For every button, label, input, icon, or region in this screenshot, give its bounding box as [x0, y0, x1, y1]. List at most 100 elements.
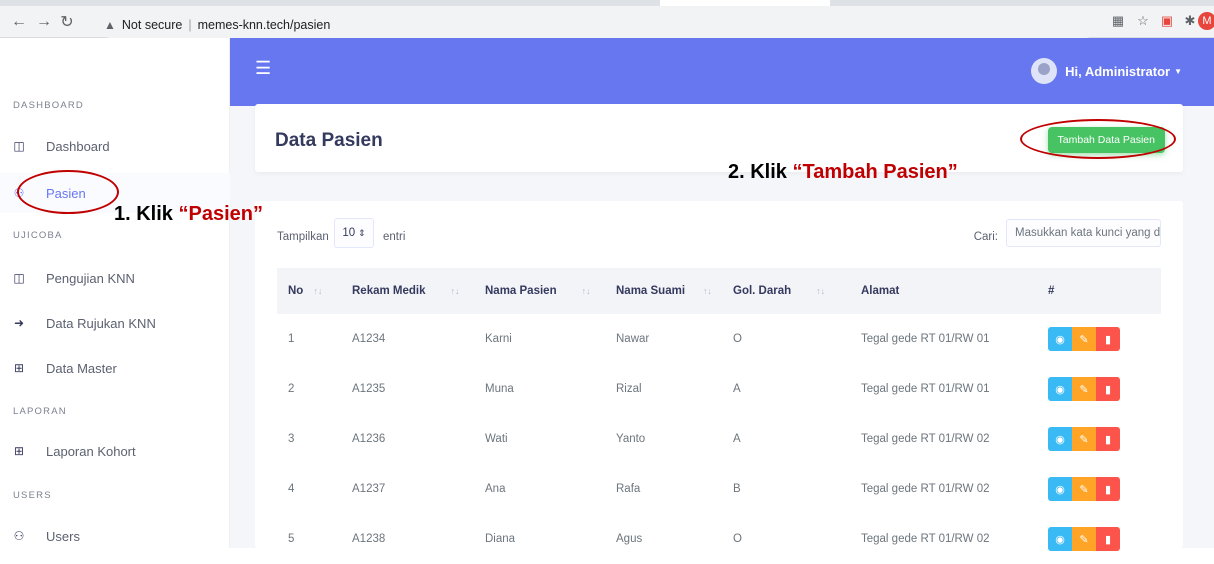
star-icon[interactable]: ☆	[1133, 11, 1153, 31]
show-label: Tampilkan	[277, 231, 329, 243]
address-bar[interactable]: ▲ Not secure | memes-knn.tech/pasien	[98, 12, 1098, 38]
table-cell: Yanto	[616, 433, 646, 445]
table-cell: A	[733, 433, 741, 445]
menu-toggle-icon[interactable]: ☰	[255, 58, 271, 79]
edit-button[interactable]: ✎	[1072, 377, 1096, 401]
sidebar-item-label: Data Rujukan KNN	[46, 315, 156, 331]
edit-button[interactable]: ✎	[1072, 477, 1096, 501]
page-length-value: 10	[342, 227, 356, 239]
annotation-text: 2. Klik	[728, 161, 793, 183]
table-cell: Tegal gede RT 01/RW 02	[861, 533, 990, 545]
address-separator: |	[188, 18, 192, 32]
sidebar-item-pengujian-knn[interactable]: ◫ Pengujian KNN	[0, 258, 230, 298]
warning-icon: ▲	[104, 18, 116, 32]
table-header-row: No ↑↓ Rekam Medik ↑↓ Nama Pasien ↑↓ Nama Su…	[277, 268, 1161, 314]
trash-icon: ▮	[1104, 383, 1112, 396]
search-input[interactable]: Masukkan kata kunci yang dicari	[1006, 219, 1161, 247]
user-dropdown[interactable]: Hi, Administrator ▼	[1031, 58, 1182, 84]
eye-icon: ◉	[1055, 333, 1065, 346]
table-cell: Muna	[485, 383, 514, 395]
table-cell: O	[733, 333, 742, 345]
column-header-alamat[interactable]: Alamat	[850, 268, 1037, 314]
table-cell: A1238	[352, 533, 386, 545]
annotation-step-1: 1. Klik “Pasien”	[114, 203, 263, 226]
column-header-nama-pasien[interactable]: Nama Pasien ↑↓	[474, 268, 605, 314]
back-icon[interactable]: ←	[8, 11, 30, 33]
delete-button[interactable]: ▮	[1096, 527, 1120, 551]
sidebar-item-data-rujukan-knn[interactable]: ➜ Data Rujukan KNN	[0, 303, 230, 343]
column-header-nama-suami[interactable]: Nama Suami ↑↓	[605, 268, 722, 314]
action-cell: ◉ ✎ ▮	[1037, 414, 1161, 464]
page-length-select[interactable]: 10 ⇕	[334, 218, 374, 248]
column-header-gol-darah[interactable]: Gol. Darah ↑↓	[722, 268, 850, 314]
edit-button[interactable]: ✎	[1072, 527, 1096, 551]
column-label: Gol. Darah	[733, 285, 792, 297]
table-cell: O	[733, 533, 742, 545]
table-cell: 5	[288, 533, 295, 545]
delete-button[interactable]: ▮	[1096, 327, 1120, 351]
view-button[interactable]: ◉	[1048, 477, 1072, 501]
table-cell: Rizal	[616, 383, 642, 395]
extension-icon[interactable]: ▣	[1157, 11, 1177, 31]
translate-icon[interactable]: ▦	[1108, 11, 1128, 31]
view-button[interactable]: ◉	[1048, 527, 1072, 551]
profile-avatar[interactable]: M	[1197, 11, 1214, 31]
table-cell: A1235	[352, 383, 386, 395]
sign-in-icon: ➜	[13, 316, 25, 330]
table-cell: Ana	[485, 483, 506, 495]
table-icon: ⊞	[13, 361, 25, 375]
table-icon: ⊞	[13, 444, 25, 458]
reload-icon[interactable]: ↻	[56, 11, 78, 33]
action-group: ◉ ✎ ▮	[1048, 527, 1161, 551]
table-row: 4 A1237 Ana Rafa B Tegal gede RT 01/RW 02 ◉ ✎ ▮	[277, 464, 1161, 514]
sort-icon: ↑↓	[313, 286, 323, 296]
sort-icon: ↑↓	[450, 286, 460, 296]
view-button[interactable]: ◉	[1048, 427, 1072, 451]
sidebar-item-users[interactable]: ⚇ Users	[0, 516, 230, 556]
edit-button[interactable]: ✎	[1072, 327, 1096, 351]
column-header-rekam-medik[interactable]: Rekam Medik ↑↓	[341, 268, 474, 314]
table-cell: Tegal gede RT 01/RW 02	[861, 433, 990, 445]
profile-initial: M	[1198, 12, 1214, 30]
action-cell: ◉ ✎ ▮	[1037, 364, 1161, 414]
column-header-no[interactable]: No ↑↓	[277, 268, 341, 314]
table-cell: Nawar	[616, 333, 650, 345]
delete-button[interactable]: ▮	[1096, 427, 1120, 451]
sidebar-item-label: Laporan Kohort	[46, 443, 136, 459]
sort-icon: ↑↓	[816, 286, 826, 296]
eye-icon: ◉	[1055, 533, 1065, 546]
page-title: Data Pasien	[275, 130, 383, 151]
trash-icon: ▮	[1104, 433, 1112, 446]
users-icon: ⚇	[13, 529, 25, 543]
view-button[interactable]: ◉	[1048, 327, 1072, 351]
sidebar-item-label: Dashboard	[46, 138, 110, 154]
avatar	[1031, 58, 1058, 84]
sidebar-item-data-master[interactable]: ⊞ Data Master	[0, 348, 230, 388]
table-cell: A1234	[352, 333, 386, 345]
sidebar-item-laporan-kohort[interactable]: ⊞ Laporan Kohort	[0, 431, 230, 471]
columns-icon: ◫	[13, 271, 25, 285]
patient-table: No ↑↓ Rekam Medik ↑↓ Nama Pasien ↑↓ Nama Su…	[277, 268, 1161, 564]
column-label: Rekam Medik	[352, 285, 426, 297]
sidebar-item-dashboard[interactable]: ◫ Dashboard	[0, 126, 230, 166]
table-cell: 1	[288, 333, 295, 345]
action-group: ◉ ✎ ▮	[1048, 377, 1161, 401]
table-cell: A1237	[352, 483, 386, 495]
view-button[interactable]: ◉	[1048, 377, 1072, 401]
sidebar-item-label: Data Master	[46, 360, 117, 376]
edit-button[interactable]: ✎	[1072, 427, 1096, 451]
forward-icon[interactable]: →	[33, 11, 55, 33]
table-cell: 3	[288, 433, 295, 445]
highlight-ring-add-button	[1020, 119, 1176, 159]
table-cell: Rafa	[616, 483, 641, 495]
table-cell: Tegal gede RT 01/RW 01	[861, 333, 990, 345]
action-cell: ◉ ✎ ▮	[1037, 314, 1161, 364]
delete-button[interactable]: ▮	[1096, 377, 1120, 401]
table-cell: A	[733, 383, 741, 395]
eye-icon: ◉	[1055, 383, 1065, 396]
browser-toolbar: ← → ↻ ▲ Not secure | memes-knn.tech/pasi…	[0, 0, 1214, 38]
column-label: #	[1048, 285, 1055, 297]
edit-icon: ✎	[1079, 433, 1089, 446]
security-warning: Not secure	[121, 18, 183, 32]
delete-button[interactable]: ▮	[1096, 477, 1120, 501]
